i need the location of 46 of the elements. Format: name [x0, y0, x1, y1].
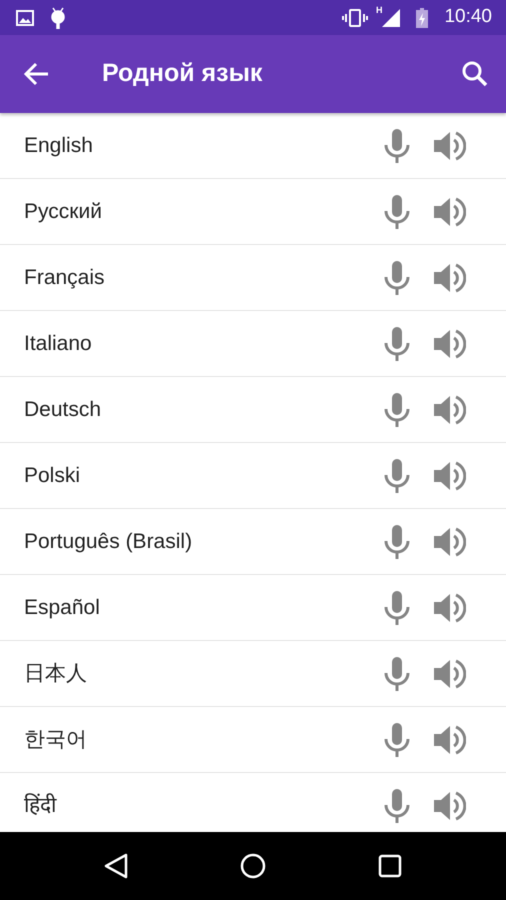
language-name: Русский — [24, 198, 103, 225]
speaker-button[interactable] — [434, 394, 466, 426]
microphone-button[interactable] — [384, 392, 410, 426]
language-name: Español — [24, 594, 101, 621]
speaker-button[interactable] — [434, 130, 466, 162]
battery-icon — [416, 8, 428, 28]
microphone-button[interactable] — [384, 524, 410, 558]
recents-nav-button[interactable] — [378, 854, 402, 878]
speaker-button[interactable] — [434, 196, 466, 228]
clock: 10:40 — [444, 5, 492, 30]
microphone-button[interactable] — [384, 128, 410, 162]
back-nav-button[interactable] — [104, 853, 128, 879]
signal-icon — [382, 8, 400, 26]
microphone-button[interactable] — [384, 656, 410, 690]
language-name: 日本人 — [24, 660, 88, 687]
language-name: 한국어 — [24, 726, 88, 753]
language-name: Français — [24, 264, 106, 291]
language-name: हिंदी — [24, 792, 58, 819]
microphone-button[interactable] — [384, 194, 410, 228]
microphone-button[interactable] — [384, 458, 410, 492]
speaker-button[interactable] — [434, 790, 466, 822]
microphone-button[interactable] — [384, 260, 410, 294]
language-name: Deutsch — [24, 396, 102, 423]
home-nav-button[interactable] — [240, 853, 266, 879]
speaker-button[interactable] — [434, 262, 466, 294]
language-name: Italiano — [24, 330, 93, 357]
toolbar-title: Родной язык — [102, 58, 264, 90]
language-name: Português (Brasil) — [24, 528, 194, 555]
network-type-label: H — [376, 4, 382, 17]
microphone-button[interactable] — [384, 326, 410, 360]
microphone-button[interactable] — [384, 788, 410, 822]
speaker-button[interactable] — [434, 460, 466, 492]
android-icon — [50, 6, 66, 28]
language-name: English — [24, 132, 94, 159]
image-icon — [16, 10, 34, 26]
back-button[interactable] — [24, 62, 50, 86]
speaker-button[interactable] — [434, 658, 466, 690]
speaker-button[interactable] — [434, 328, 466, 360]
microphone-button[interactable] — [384, 590, 410, 624]
speaker-button[interactable] — [434, 526, 466, 558]
language-name: Polski — [24, 462, 82, 489]
microphone-button[interactable] — [384, 722, 410, 756]
speaker-button[interactable] — [434, 724, 466, 756]
vibrate-icon — [342, 8, 368, 28]
speaker-button[interactable] — [434, 592, 466, 624]
search-button[interactable] — [462, 61, 488, 87]
